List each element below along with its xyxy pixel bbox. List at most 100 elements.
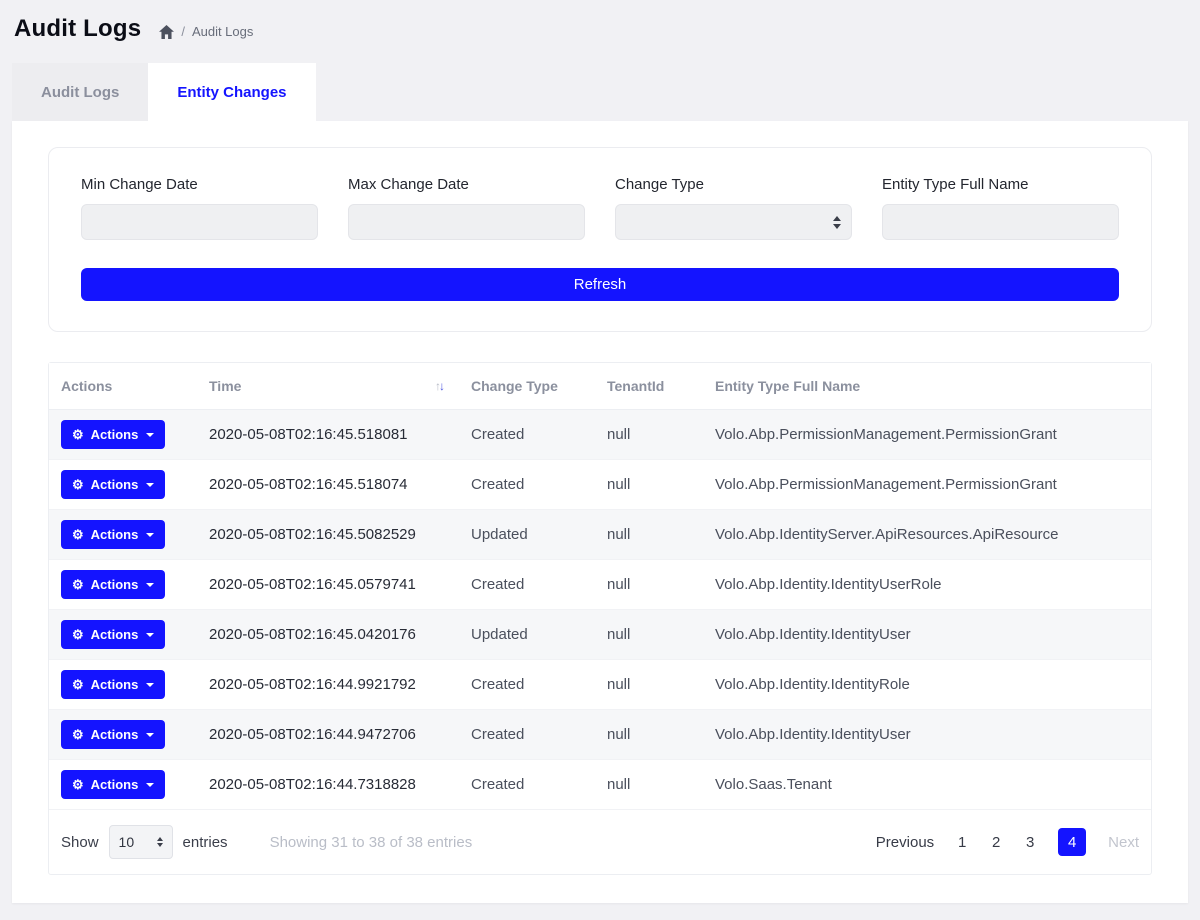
time-cell: 2020-05-08T02:16:45.0420176: [197, 610, 459, 660]
change-type-cell: Created: [459, 410, 595, 460]
row-actions-button[interactable]: ⚙ Actions: [61, 620, 165, 649]
time-cell: 2020-05-08T02:16:45.518074: [197, 460, 459, 510]
actions-cell: ⚙ Actions: [49, 710, 197, 760]
tenant-id-cell: null: [595, 460, 703, 510]
pagination-page-1[interactable]: 1: [956, 834, 968, 851]
caret-down-icon: [146, 733, 154, 737]
select-arrows-icon: [833, 216, 841, 229]
tenant-id-cell: null: [595, 710, 703, 760]
row-actions-label: Actions: [91, 477, 139, 492]
row-actions-label: Actions: [91, 577, 139, 592]
row-actions-button[interactable]: ⚙ Actions: [61, 470, 165, 499]
gear-icon: ⚙: [72, 628, 84, 641]
breadcrumb-separator: /: [181, 24, 185, 39]
actions-cell: ⚙ Actions: [49, 760, 197, 810]
caret-down-icon: [146, 433, 154, 437]
tab-entity-changes[interactable]: Entity Changes: [148, 63, 315, 121]
pagination-next[interactable]: Next: [1108, 834, 1139, 851]
row-actions-button[interactable]: ⚙ Actions: [61, 420, 165, 449]
pagination-page-2[interactable]: 2: [990, 834, 1002, 851]
actions-cell: ⚙ Actions: [49, 560, 197, 610]
time-cell: 2020-05-08T02:16:45.518081: [197, 410, 459, 460]
table-row: ⚙ Actions 2020-05-08T02:16:45.0579741 Cr…: [49, 560, 1151, 610]
refresh-button[interactable]: Refresh: [81, 268, 1119, 301]
table-row: ⚙ Actions 2020-05-08T02:16:45.518081 Cre…: [49, 410, 1151, 460]
change-type-cell: Created: [459, 560, 595, 610]
filter-field-min-change-date: Min Change Date: [81, 176, 318, 240]
tenant-id-cell: null: [595, 660, 703, 710]
page-size-select[interactable]: 10: [109, 825, 173, 859]
actions-cell: ⚙ Actions: [49, 510, 197, 560]
page-title: Audit Logs: [14, 15, 141, 43]
row-actions-label: Actions: [91, 527, 139, 542]
caret-down-icon: [146, 483, 154, 487]
actions-cell: ⚙ Actions: [49, 460, 197, 510]
pagination: Previous 1 2 3 4 Next: [876, 828, 1139, 856]
entity-type-input[interactable]: [882, 204, 1119, 240]
table-row: ⚙ Actions 2020-05-08T02:16:44.9921792 Cr…: [49, 660, 1151, 710]
gear-icon: ⚙: [72, 428, 84, 441]
row-actions-label: Actions: [91, 727, 139, 742]
tenant-id-cell: null: [595, 510, 703, 560]
pagination-pages: 1 2 3 4: [956, 828, 1086, 856]
row-actions-button[interactable]: ⚙ Actions: [61, 520, 165, 549]
time-cell: 2020-05-08T02:16:45.5082529: [197, 510, 459, 560]
header-change-type: Change Type: [459, 363, 595, 410]
entity-type-cell: Volo.Abp.PermissionManagement.Permission…: [703, 410, 1151, 460]
header-entity-type: Entity Type Full Name: [703, 363, 1151, 410]
home-icon[interactable]: [159, 25, 174, 39]
table-body: ⚙ Actions 2020-05-08T02:16:45.518081 Cre…: [49, 410, 1151, 810]
entity-type-cell: Volo.Abp.Identity.IdentityRole: [703, 660, 1151, 710]
caret-down-icon: [146, 683, 154, 687]
show-label: Show: [61, 834, 99, 851]
header-time[interactable]: Time ↑↓: [197, 363, 459, 410]
pagination-page-3[interactable]: 3: [1024, 834, 1036, 851]
row-actions-label: Actions: [91, 627, 139, 642]
caret-down-icon: [146, 533, 154, 537]
change-type-cell: Created: [459, 660, 595, 710]
table-row: ⚙ Actions 2020-05-08T02:16:45.5082529 Up…: [49, 510, 1151, 560]
filter-field-entity-type: Entity Type Full Name: [882, 176, 1119, 240]
gear-icon: ⚙: [72, 478, 84, 491]
entity-type-label: Entity Type Full Name: [882, 176, 1119, 193]
caret-down-icon: [146, 633, 154, 637]
caret-down-icon: [146, 783, 154, 787]
filter-grid: Min Change Date Max Change Date Change T…: [81, 176, 1119, 240]
table-row: ⚙ Actions 2020-05-08T02:16:45.0420176 Up…: [49, 610, 1151, 660]
caret-down-icon: [146, 583, 154, 587]
table-card: Actions Time ↑↓ Change Type TenantId Ent…: [48, 362, 1152, 875]
sort-icon[interactable]: ↑↓: [435, 379, 447, 393]
change-type-label: Change Type: [615, 176, 852, 193]
filter-field-max-change-date: Max Change Date: [348, 176, 585, 240]
entity-type-cell: Volo.Abp.IdentityServer.ApiResources.Api…: [703, 510, 1151, 560]
breadcrumb-current: Audit Logs: [192, 24, 253, 39]
row-actions-button[interactable]: ⚙ Actions: [61, 720, 165, 749]
gear-icon: ⚙: [72, 528, 84, 541]
filter-card: Min Change Date Max Change Date Change T…: [48, 147, 1152, 332]
entity-type-cell: Volo.Abp.PermissionManagement.Permission…: [703, 460, 1151, 510]
min-change-date-input[interactable]: [81, 204, 318, 240]
tenant-id-cell: null: [595, 560, 703, 610]
change-type-cell: Created: [459, 760, 595, 810]
entity-type-cell: Volo.Abp.Identity.IdentityUserRole: [703, 560, 1151, 610]
change-type-cell: Created: [459, 710, 595, 760]
gear-icon: ⚙: [72, 728, 84, 741]
select-arrows-icon: [157, 837, 163, 847]
change-type-cell: Updated: [459, 610, 595, 660]
time-cell: 2020-05-08T02:16:45.0579741: [197, 560, 459, 610]
entity-type-cell: Volo.Saas.Tenant: [703, 760, 1151, 810]
actions-cell: ⚙ Actions: [49, 610, 197, 660]
pagination-page-4[interactable]: 4: [1058, 828, 1086, 856]
breadcrumb: / Audit Logs: [159, 19, 253, 39]
min-change-date-label: Min Change Date: [81, 176, 318, 193]
max-change-date-input[interactable]: [348, 204, 585, 240]
row-actions-button[interactable]: ⚙ Actions: [61, 570, 165, 599]
header-actions: Actions: [49, 363, 197, 410]
tenant-id-cell: null: [595, 610, 703, 660]
pagination-previous[interactable]: Previous: [876, 834, 934, 851]
content-panel: Min Change Date Max Change Date Change T…: [12, 121, 1188, 903]
tab-audit-logs[interactable]: Audit Logs: [12, 63, 148, 121]
row-actions-button[interactable]: ⚙ Actions: [61, 670, 165, 699]
row-actions-button[interactable]: ⚙ Actions: [61, 770, 165, 799]
change-type-select[interactable]: [615, 204, 852, 240]
